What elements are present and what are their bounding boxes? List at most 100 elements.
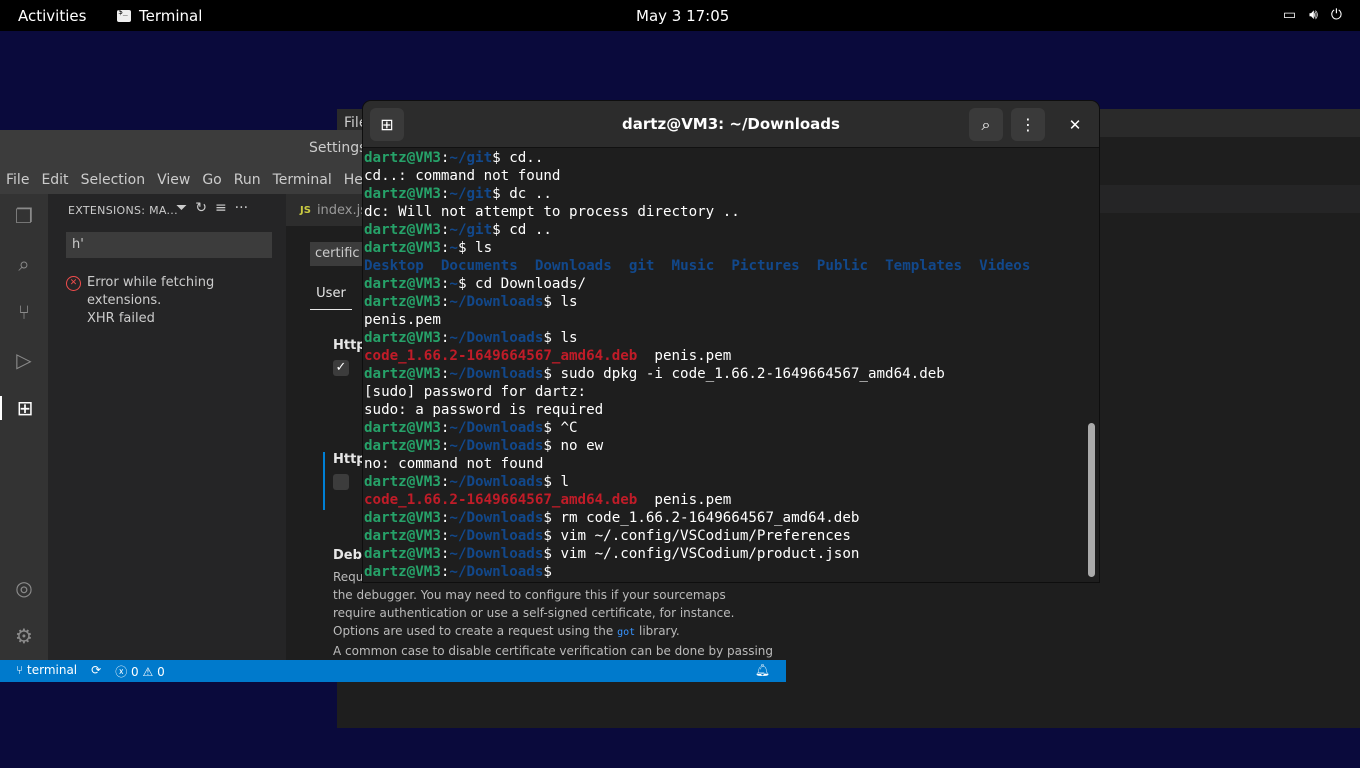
prompt-path: ~/Downloads [449,330,544,346]
terminal-line: dartz@VM3:~$ cd Downloads/ [364,275,1086,293]
directory-entry: Documents [440,258,518,274]
activities-button[interactable]: Activities [18,7,86,25]
terminal-line: dartz@VM3:~/Downloads$ ^C [364,419,1086,437]
directory-entry: Downloads [534,258,612,274]
prompt-path: ~ [449,240,458,256]
error-icon: ✕ [66,276,81,291]
clear-icon[interactable]: ≡ [215,200,227,216]
terminal-text: $ no ew [543,438,604,454]
warning-count: 0 [157,665,165,679]
menu-go[interactable]: Go [196,166,227,194]
terminal-line: Desktop Documents Downloads git Music Pi… [364,257,1086,275]
prompt-user: dartz@VM3 [364,294,441,310]
app-name: Terminal [139,7,203,25]
run-debug-icon[interactable]: ▷ [12,348,36,372]
refresh-icon[interactable]: ↻ [195,200,207,216]
terminal-line: cd..: command not found [364,167,1086,185]
terminal-line: [sudo] password for dartz: [364,383,1086,401]
volume-icon[interactable]: 🔊︎ [1309,7,1318,23]
directory-entry: Pictures [731,258,800,274]
menu-view[interactable]: View [151,166,196,194]
terminal-headerbar[interactable]: ⊞ dartz@VM3: ~/Downloads ⌕ ⋮ ✕ [363,101,1099,148]
system-tray[interactable]: ▭ 🔊︎ ⏻ [1283,7,1342,23]
close-button[interactable]: ✕ [1063,113,1087,137]
terminal-line: dartz@VM3:~/git$ cd .. [364,221,1086,239]
branch-icon: ⑂ [16,663,28,677]
prompt-user: dartz@VM3 [364,474,441,490]
terminal-line: code_1.66.2-1649664567_amd64.deb penis.p… [364,347,1086,365]
clock[interactable]: May 3 17:05 [636,7,729,25]
filter-icon[interactable]: ⏷ [176,200,187,216]
power-icon[interactable]: ⏻ [1331,7,1342,23]
prompt-path: ~/Downloads [449,528,544,544]
terminal-text: no: command not found [364,456,544,472]
terminal-line: penis.pem [364,311,1086,329]
terminal-line: dartz@VM3:~$ ls [364,239,1086,257]
desc-line: Options are used to create a request usi… [333,622,773,642]
activity-bar: ❐ ⌕ ⑂ ▷ ⊞ ◎ ⚙ [0,194,48,660]
problems-status[interactable]: ⓧ 0 ⚠ 0 [115,663,165,680]
source-control-icon[interactable]: ⑂ [12,300,36,324]
extensions-search-input[interactable]: h' [66,232,272,258]
tab-user-settings[interactable]: User [310,286,352,310]
app-menu[interactable]: Terminal [117,7,202,25]
more-icon[interactable]: ··· [235,200,248,216]
menu-selection[interactable]: Selection [75,166,152,194]
kebab-menu-icon: ⋮ [1020,115,1036,134]
setting-checkbox-unchecked[interactable] [333,474,349,490]
terminal-line: dartz@VM3:~/Downloads$ ls [364,329,1086,347]
terminal-window[interactable]: ⊞ dartz@VM3: ~/Downloads ⌕ ⋮ ✕ dartz@VM3… [363,101,1099,582]
prompt-path: ~/Downloads [449,474,544,490]
terminal-line: code_1.66.2-1649664567_amd64.deb penis.p… [364,491,1086,509]
prompt-path: ~/Downloads [449,420,544,436]
menu-button[interactable]: ⋮ [1011,108,1045,141]
terminal-text: [sudo] password for dartz: [364,384,587,400]
menu-run[interactable]: Run [228,166,267,194]
gear-icon[interactable]: ⚙ [12,624,36,648]
search-icon[interactable]: ⌕ [12,252,36,276]
sync-icon[interactable]: ⟳ [91,663,101,680]
terminal-text: penis.pem [637,348,732,364]
close-icon: ✕ [1068,116,1082,134]
terminal-scrollbar[interactable] [1088,423,1095,577]
prompt-path: ~/Downloads [449,564,544,580]
directory-entry: git [628,258,655,274]
prompt-user: dartz@VM3 [364,366,441,382]
prompt-user: dartz@VM3 [364,276,441,292]
menu-edit[interactable]: Edit [35,166,74,194]
terminal-line: dartz@VM3:~/Downloads$ ls [364,293,1086,311]
setting-focus-indicator [323,452,325,510]
terminal-output[interactable]: dartz@VM3:~/git$ cd.. cd..: command not f… [364,149,1086,582]
bell-icon[interactable]: 🔔︎ [755,663,770,677]
menu-terminal[interactable]: Terminal [267,166,338,194]
prompt-user: dartz@VM3 [364,222,441,238]
terminal-text: $ ^C [543,420,578,436]
status-bar: ⑂ terminal ⟳ ⓧ 0 ⚠ 0 🔔︎ [0,660,786,682]
terminal-line: dartz@VM3:~/Downloads$ no ew [364,437,1086,455]
menu-file[interactable]: File [0,166,35,194]
branch-status[interactable]: ⑂ terminal [16,663,77,680]
account-icon[interactable]: ◎ [12,576,36,600]
screen-icon[interactable]: ▭ [1283,7,1296,23]
prompt-user: dartz@VM3 [364,510,441,526]
prompt-path: ~ [449,276,458,292]
extensions-icon[interactable]: ⊞ [0,396,48,420]
explorer-icon[interactable]: ❐ [12,204,36,228]
search-button[interactable]: ⌕ [969,108,1003,141]
terminal-line: no: command not found [364,455,1086,473]
setting-checkbox-checked[interactable]: ✓ [333,360,349,376]
error-message: ✕ Error while fetching extensions. XHR f… [66,274,286,328]
deb-file-entry: code_1.66.2-1649664567_amd64.deb [364,348,638,364]
error-count-icon: ⓧ [115,665,132,679]
directory-entry: Videos [979,258,1031,274]
window-title: Settings [309,140,367,156]
terminal-text: $ [543,564,561,580]
terminal-line: dartz@VM3:~/Downloads$ vim ~/.config/VSC… [364,545,1086,563]
prompt-path: ~/Downloads [449,366,544,382]
tab-label: index.js [316,202,368,218]
terminal-text: sudo: a password is required [364,402,604,418]
